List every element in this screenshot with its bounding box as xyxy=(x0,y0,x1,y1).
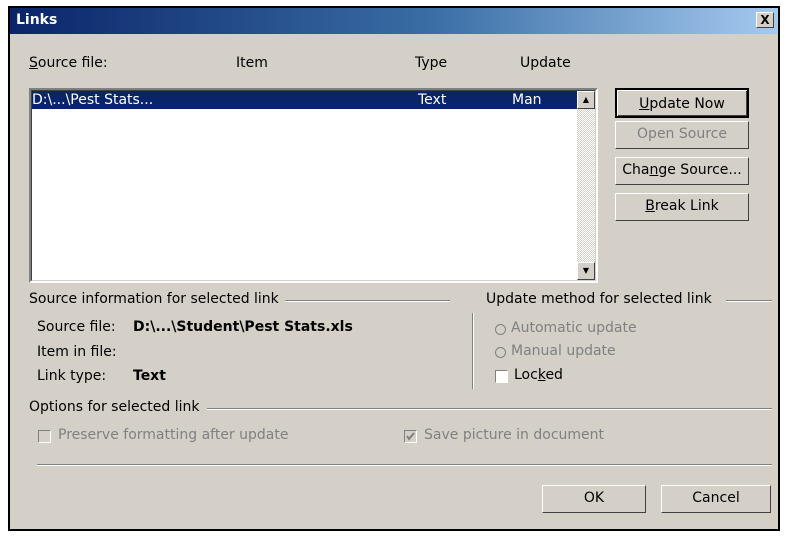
dialog-title: Links xyxy=(16,12,58,28)
bottom-divider xyxy=(37,464,772,466)
scroll-down-arrow-icon[interactable]: ▼ xyxy=(577,262,595,280)
preserve-formatting-checkbox[interactable] xyxy=(38,430,51,443)
locked-pre: Loc xyxy=(514,367,538,383)
change-source-rest: ge Source... xyxy=(658,162,742,178)
change-source-button[interactable]: Change Source... xyxy=(615,157,749,185)
source-file-value: D:\...\Student\Pest Stats.xls xyxy=(133,319,353,335)
manual-update-radio[interactable] xyxy=(495,347,506,358)
link-type-value: Text xyxy=(133,368,166,384)
links-list[interactable]: D:\...\Pest Stats... Text Man ▲ ▼ xyxy=(29,88,598,283)
source-info-group-label: Source information for selected link xyxy=(29,291,279,307)
list-row-selected[interactable]: D:\...\Pest Stats... Text Man xyxy=(32,91,579,109)
open-source-button[interactable]: Open Source xyxy=(615,121,749,149)
item-in-file-label: Item in file: xyxy=(37,344,117,360)
header-source-file: Source file: xyxy=(29,55,108,71)
update-now-accel: U xyxy=(639,96,650,112)
update-method-group-label: Update method for selected link xyxy=(486,291,712,307)
header-type: Type xyxy=(415,55,448,71)
source-file-label: Source file: xyxy=(37,319,116,335)
header-source-accel: S xyxy=(29,55,38,71)
locked-label: Locked xyxy=(514,367,563,383)
links-dialog: Links X Source file: Item Type Update D:… xyxy=(8,6,780,531)
change-source-pre: Cha xyxy=(622,162,650,178)
row-type: Text xyxy=(418,92,447,108)
row-source: D:\...\Pest Stats... xyxy=(32,92,154,108)
ok-button[interactable]: OK xyxy=(542,485,646,513)
options-group-label: Options for selected link xyxy=(29,399,200,415)
locked-rest: ed xyxy=(545,367,563,383)
automatic-update-radio[interactable] xyxy=(495,324,506,335)
close-button[interactable]: X xyxy=(756,12,774,28)
list-inset xyxy=(31,90,596,281)
title-bar[interactable]: Links X xyxy=(10,8,778,34)
source-info-divider xyxy=(285,300,450,302)
manual-update-label: Manual update xyxy=(511,343,616,359)
update-method-divider xyxy=(726,300,772,302)
cancel-button[interactable]: Cancel xyxy=(661,485,771,513)
checkmark-icon xyxy=(406,432,415,441)
locked-checkbox[interactable] xyxy=(495,370,508,383)
break-link-rest: reak Link xyxy=(654,198,719,214)
scroll-up-arrow-icon[interactable]: ▲ xyxy=(577,91,595,109)
break-link-button[interactable]: Break Link xyxy=(615,193,749,221)
header-source-rest: ource file: xyxy=(37,55,108,71)
update-now-button[interactable]: Update Now xyxy=(615,88,749,118)
save-picture-checkbox[interactable] xyxy=(404,430,417,443)
options-divider xyxy=(207,408,772,410)
update-now-rest: pdate Now xyxy=(649,96,725,112)
automatic-update-label: Automatic update xyxy=(511,320,637,336)
header-update: Update xyxy=(520,55,571,71)
preserve-formatting-label: Preserve formatting after update xyxy=(58,427,289,443)
vertical-scrollbar[interactable]: ▲ ▼ xyxy=(577,91,595,280)
break-link-accel: B xyxy=(645,198,655,214)
row-update: Man xyxy=(512,92,542,108)
link-type-label: Link type: xyxy=(37,368,107,384)
save-picture-label: Save picture in document xyxy=(424,427,605,443)
group-separator xyxy=(472,313,474,389)
header-item: Item xyxy=(236,55,268,71)
